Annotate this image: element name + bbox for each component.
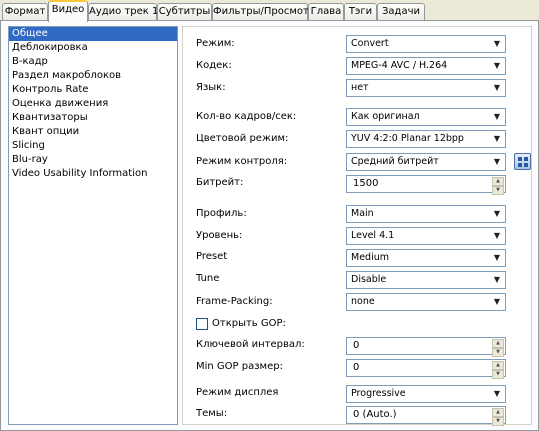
tab-chapter[interactable]: Глава [308, 3, 344, 21]
display-mode-label: Режим дисплея [196, 387, 279, 398]
sidebar-item-vui[interactable]: Video Usability Information [9, 167, 177, 181]
tab-video[interactable]: Видео [48, 0, 88, 22]
spin-up-icon[interactable]: ▲ [492, 339, 504, 348]
chevron-down-icon: ▼ [493, 275, 501, 284]
mode-select[interactable]: Convert ▼ [346, 35, 506, 53]
color-mode-label: Цветовой режим: [196, 133, 289, 144]
sidebar-item-quant-options[interactable]: Квант опции [9, 125, 177, 139]
tab-filters-preview[interactable]: Фильтры/Просмотр [212, 3, 315, 21]
language-value: нет [351, 82, 369, 93]
bitrate-label: Битрейт: [196, 177, 244, 188]
color-mode-value: YUV 4:2:0 Planar 12bpp [351, 133, 464, 144]
grid-settings-icon[interactable] [514, 153, 531, 170]
display-mode-value: Progressive [351, 388, 406, 399]
chevron-down-icon: ▼ [493, 253, 501, 262]
bitrate-input[interactable]: 1500 ▲ ▼ [346, 175, 506, 195]
sidebar-item-slicing[interactable]: Slicing [9, 139, 177, 153]
chevron-down-icon: ▼ [493, 389, 501, 398]
tune-select[interactable]: Disable ▼ [346, 271, 506, 289]
sidebar-item-blu-ray[interactable]: Blu-ray [9, 153, 177, 167]
level-select[interactable]: Level 4.1 ▼ [346, 227, 506, 245]
frame-packing-value: none [351, 296, 375, 307]
display-mode-select[interactable]: Progressive ▼ [346, 385, 506, 403]
color-mode-select[interactable]: YUV 4:2:0 Planar 12bpp ▼ [346, 130, 506, 148]
sidebar-item-deblocking[interactable]: Деблокировка [9, 41, 177, 55]
profile-value: Main [351, 208, 374, 219]
tab-tags[interactable]: Тэги [344, 3, 377, 21]
fps-value: Как оригинал [351, 111, 420, 122]
themes-label: Темы: [196, 408, 228, 419]
spin-up-icon[interactable]: ▲ [492, 361, 504, 370]
frame-packing-label: Frame-Packing: [196, 296, 273, 307]
open-gop-checkbox[interactable] [196, 318, 208, 330]
frame-packing-select[interactable]: none ▼ [346, 293, 506, 311]
spin-down-icon[interactable]: ▼ [492, 348, 504, 357]
spin-up-icon[interactable]: ▲ [492, 408, 504, 417]
fps-label: Кол-во кадров/сек: [196, 111, 297, 122]
chevron-down-icon: ▼ [493, 134, 501, 143]
keyframe-interval-label: Ключевой интервал: [196, 339, 305, 350]
tab-format[interactable]: Формат [2, 3, 48, 21]
profile-label: Профиль: [196, 208, 247, 219]
preset-label: Preset [196, 251, 228, 262]
sidebar-item-rate-control[interactable]: Контроль Rate [9, 83, 177, 97]
profile-select[interactable]: Main ▼ [346, 205, 506, 223]
tab-tasks[interactable]: Задачи [377, 3, 425, 21]
level-label: Уровень: [196, 230, 243, 241]
spin-up-icon[interactable]: ▲ [492, 177, 504, 186]
bitrate-value: 1500 [353, 178, 379, 189]
spin-down-icon[interactable]: ▼ [492, 370, 504, 379]
chevron-down-icon: ▼ [493, 209, 501, 218]
codec-label: Кодек: [196, 60, 232, 71]
themes-value: 0 (Auto.) [353, 409, 397, 420]
control-mode-select[interactable]: Средний битрейт ▼ [346, 153, 506, 171]
tab-audio-track-1[interactable]: Аудио трек 1 [88, 3, 158, 21]
open-gop-label: Открыть GOP: [212, 318, 286, 329]
sidebar-item-b-frame[interactable]: В-кадр [9, 55, 177, 69]
keyframe-interval-input[interactable]: 0 ▲ ▼ [346, 337, 506, 357]
chevron-down-icon: ▼ [493, 39, 501, 48]
chevron-down-icon: ▼ [493, 231, 501, 240]
preset-select[interactable]: Medium ▼ [346, 249, 506, 267]
language-label: Язык: [196, 82, 226, 93]
control-mode-value: Средний битрейт [351, 156, 439, 167]
settings-category-list[interactable]: Общее Деблокировка В-кадр Раздел макробл… [8, 26, 178, 425]
sidebar-item-motion-estimation[interactable]: Оценка движения [9, 97, 177, 111]
codec-value: MPEG-4 AVC / H.264 [351, 60, 448, 71]
chevron-down-icon: ▼ [493, 61, 501, 70]
preset-value: Medium [351, 252, 389, 263]
keyframe-interval-value: 0 [353, 340, 360, 351]
chevron-down-icon: ▼ [493, 157, 501, 166]
mode-value: Convert [351, 38, 389, 49]
min-gop-label: Min GOP размер: [196, 361, 283, 372]
language-select[interactable]: нет ▼ [346, 79, 506, 97]
chevron-down-icon: ▼ [493, 83, 501, 92]
sidebar-item-macroblock-partition[interactable]: Раздел макроблоков [9, 69, 177, 83]
mode-label: Режим: [196, 38, 235, 49]
spin-down-icon[interactable]: ▼ [492, 186, 504, 195]
chevron-down-icon: ▼ [493, 112, 501, 121]
sidebar-item-quantizers[interactable]: Квантизаторы [9, 111, 177, 125]
chevron-down-icon: ▼ [493, 297, 501, 306]
tune-label: Tune [196, 273, 220, 284]
tab-bar: Формат Видео Аудио трек 1 Субтитры Фильт… [0, 0, 539, 22]
min-gop-input[interactable]: 0 ▲ ▼ [346, 359, 506, 379]
spin-down-icon[interactable]: ▼ [492, 417, 504, 426]
level-value: Level 4.1 [351, 230, 395, 241]
control-mode-label: Режим контроля: [196, 156, 288, 167]
min-gop-value: 0 [353, 362, 360, 373]
sidebar-item-general[interactable]: Общее [9, 27, 177, 41]
codec-select[interactable]: MPEG-4 AVC / H.264 ▼ [346, 57, 506, 75]
themes-input[interactable]: 0 (Auto.) ▲ ▼ [346, 406, 506, 426]
fps-select[interactable]: Как оригинал ▼ [346, 108, 506, 126]
tab-subtitles[interactable]: Субтитры [157, 3, 212, 21]
tune-value: Disable [351, 274, 387, 285]
